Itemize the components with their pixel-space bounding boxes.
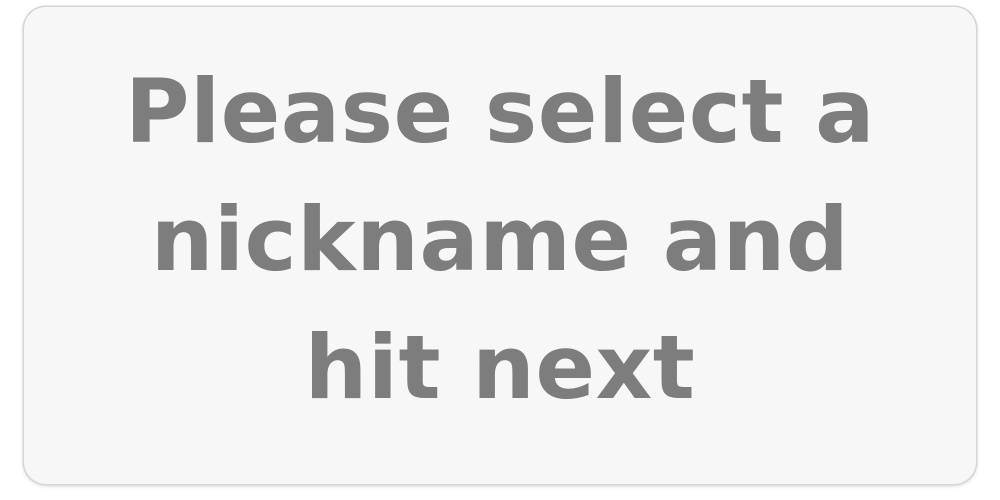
message-panel: Please select a nickname and hit next	[24, 7, 976, 484]
instruction-message: Please select a nickname and hit next	[90, 48, 910, 432]
message-line-2: nickname and	[150, 187, 850, 291]
message-line-1: Please select a	[124, 59, 876, 163]
message-line-3: hit next	[304, 315, 696, 419]
